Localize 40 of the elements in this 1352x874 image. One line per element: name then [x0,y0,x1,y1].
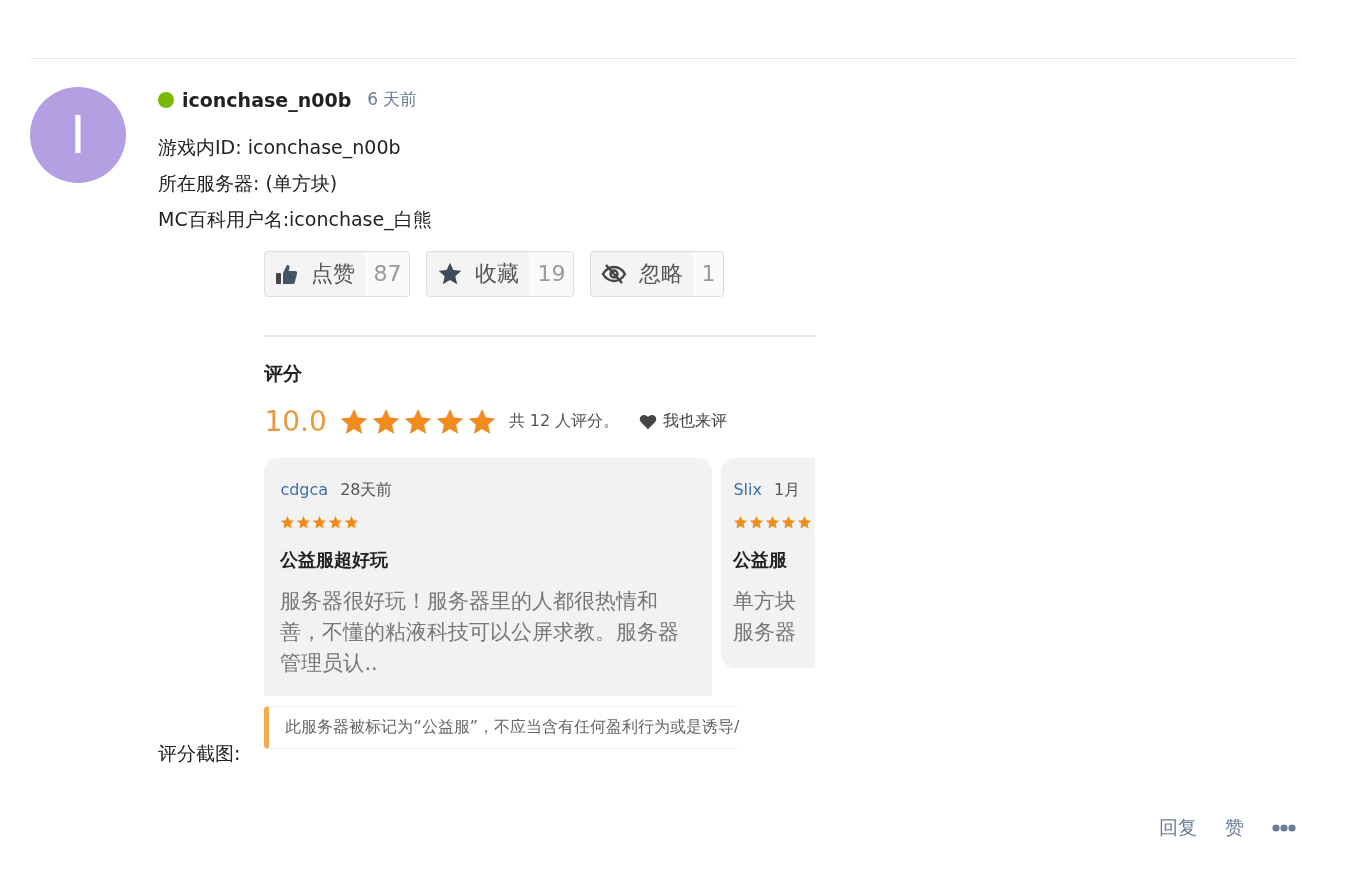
post-text-line: MC百科用户名:iconchase_白熊 [158,207,432,233]
review-title: 公益服超好玩 [280,548,390,572]
section-heading: 评分 [264,361,304,386]
review-text: 服务器很好玩！服务器里的人都很热情和善，不懂的粘液科技可以公屏求教。服务器管理员认.. [280,588,681,677]
post-text-line: 所在服务器: (单方块) [158,171,338,196]
eye-slash-icon [601,262,628,286]
star-icon [296,515,312,530]
action-link[interactable]: 赞 [1225,815,1244,841]
rating-score: 10.0 [264,405,327,438]
review-text: 单方块 [733,588,797,615]
action-link[interactable]: 回复 [1159,815,1197,841]
reaction-button[interactable]: 点赞 87 [264,251,411,297]
heart-icon [639,413,658,430]
rate-link[interactable]: 我也来评 [639,411,728,432]
review-time: 28天前 [340,480,393,501]
star-icon [312,515,328,530]
review-text: 服务器 [733,619,797,646]
star-icon [344,515,360,530]
thumbs-up-icon [275,262,300,286]
star-icon [280,515,296,530]
more-icon[interactable] [1272,824,1296,832]
review-author[interactable]: cdgca [280,480,329,501]
rating-count: 共 12 人评分。 [508,411,620,432]
notice-banner: 此服务器被标记为“公益服”，不应当含有任何盈利行为或是诱导/ [264,706,740,749]
username[interactable]: iconchase_n00b [182,88,352,111]
reaction-button[interactable]: 忽略 1 [590,251,725,297]
post-text-line: 游戏内ID: iconchase_n00b [158,135,401,161]
reaction-button[interactable]: 收藏 19 [426,251,575,297]
star-icon [437,261,464,287]
star-icon [765,515,781,530]
review-title: 公益服 [733,548,789,572]
star-icon [781,515,797,530]
post-time: 6 天前 [367,88,418,111]
star-icon [749,515,765,530]
review-time: 1月 [773,480,801,501]
star-icon [733,515,749,530]
star-icon [797,515,813,530]
star-icon [328,515,344,530]
review-author[interactable]: Slix [733,480,762,501]
post-text-line: 评分截图: [158,741,241,766]
